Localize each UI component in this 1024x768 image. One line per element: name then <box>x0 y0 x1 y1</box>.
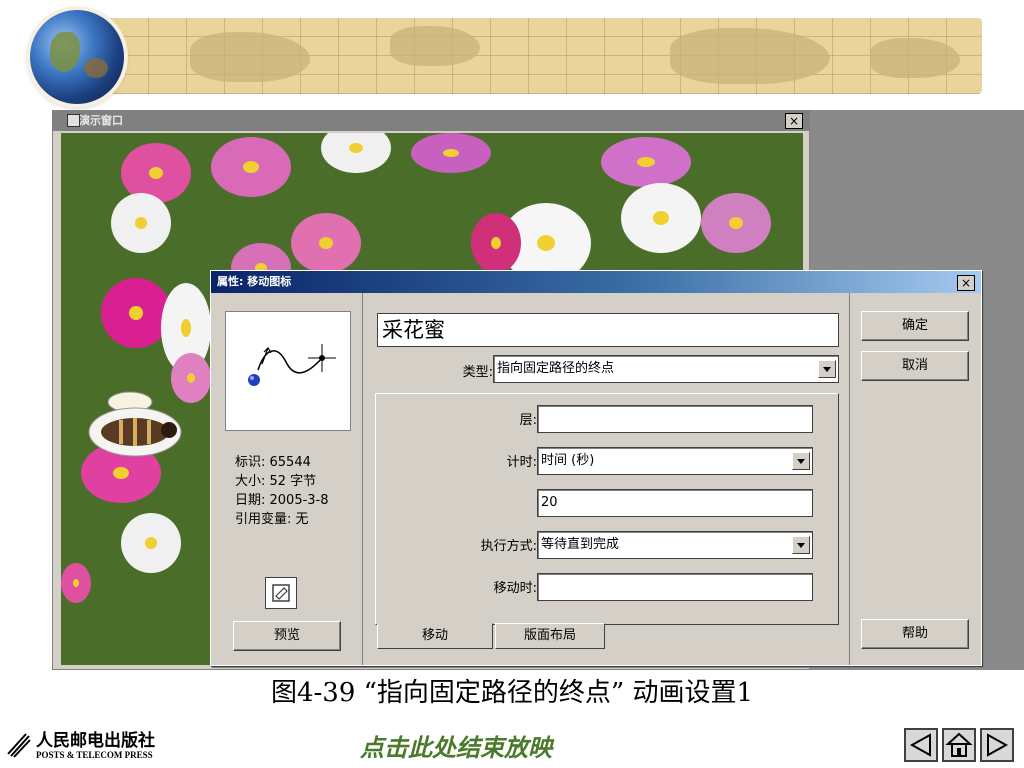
slide: 演示窗口 × 属性: 移动图标 × 标识: 65544 大小: 52 字节 日期… <box>0 0 1024 768</box>
end-show-link[interactable]: 点击此处结束放映 <box>360 728 552 763</box>
edit-icon[interactable] <box>265 577 297 609</box>
figure-caption: 图4-39 “指向固定路径的终点” 动画设置1 <box>270 678 754 708</box>
window-icon <box>67 114 80 127</box>
dialog-title: 属性: 移动图标 <box>217 275 292 288</box>
header-banner <box>110 18 982 94</box>
ok-button[interactable]: 确定 <box>861 311 969 341</box>
timing-value: 时间 (秒) <box>541 453 595 468</box>
icon-id: 标识: 65544 <box>235 455 311 470</box>
layer-label: 层: <box>519 413 537 428</box>
next-icon[interactable] <box>980 728 1014 762</box>
icon-preview <box>225 311 351 431</box>
icon-title-input[interactable]: 采花蜜 <box>377 313 839 347</box>
preview-button[interactable]: 预览 <box>233 621 341 651</box>
timing-label: 计时: <box>506 455 537 470</box>
move-when-label: 移动时: <box>493 581 537 596</box>
icon-ref-var: 引用变量: 无 <box>235 512 309 527</box>
tab-move[interactable]: 移动 <box>377 623 493 649</box>
help-button[interactable]: 帮助 <box>861 619 969 649</box>
home-icon[interactable] <box>942 728 976 762</box>
publisher-name: 人民邮电出版社 <box>36 731 155 751</box>
timing-select[interactable]: 时间 (秒) <box>537 447 813 475</box>
icon-date: 日期: 2005-3-8 <box>235 493 329 508</box>
divider <box>849 293 850 665</box>
demo-window-title: 演示窗口 <box>79 114 123 127</box>
globe-icon <box>30 10 124 104</box>
info-pane: 标识: 65544 大小: 52 字节 日期: 2005-3-8 引用变量: 无… <box>211 293 363 665</box>
prev-icon[interactable] <box>904 728 938 762</box>
dropdown-arrow-icon[interactable] <box>792 536 810 554</box>
bee-image <box>88 391 182 457</box>
tab-layout[interactable]: 版面布局 <box>495 623 605 649</box>
cancel-button[interactable]: 取消 <box>861 351 969 381</box>
type-select[interactable]: 指向固定路径的终点 <box>493 355 839 383</box>
publisher-name-en: POSTS & TELECOM PRESS <box>36 750 153 760</box>
publisher-logo-icon <box>7 733 31 758</box>
close-icon[interactable]: × <box>785 113 803 129</box>
exec-label: 执行方式: <box>480 539 537 554</box>
type-label: 类型: <box>462 365 493 380</box>
exec-select[interactable]: 等待直到完成 <box>537 531 813 559</box>
dropdown-arrow-icon[interactable] <box>818 360 836 378</box>
exec-value: 等待直到完成 <box>541 537 620 552</box>
dialog-titlebar[interactable]: 属性: 移动图标 <box>211 271 981 293</box>
type-value: 指向固定路径的终点 <box>497 361 615 376</box>
publisher-logo: 人民邮电出版社 POSTS & TELECOM PRESS <box>6 726 196 766</box>
properties-dialog: 属性: 移动图标 × 标识: 65544 大小: 52 字节 日期: 2005-… <box>210 270 982 666</box>
icon-size: 大小: 52 字节 <box>235 474 317 489</box>
timing-amount-input[interactable]: 20 <box>537 489 813 517</box>
layer-input[interactable] <box>537 405 813 433</box>
dropdown-arrow-icon[interactable] <box>792 452 810 470</box>
close-icon[interactable]: × <box>957 275 975 291</box>
icon-info: 标识: 65544 大小: 52 字节 日期: 2005-3-8 引用变量: 无 <box>235 453 329 529</box>
demo-window-titlebar[interactable]: 演示窗口 <box>53 111 809 131</box>
move-when-input[interactable] <box>537 573 813 601</box>
motion-path-icon <box>248 344 336 386</box>
